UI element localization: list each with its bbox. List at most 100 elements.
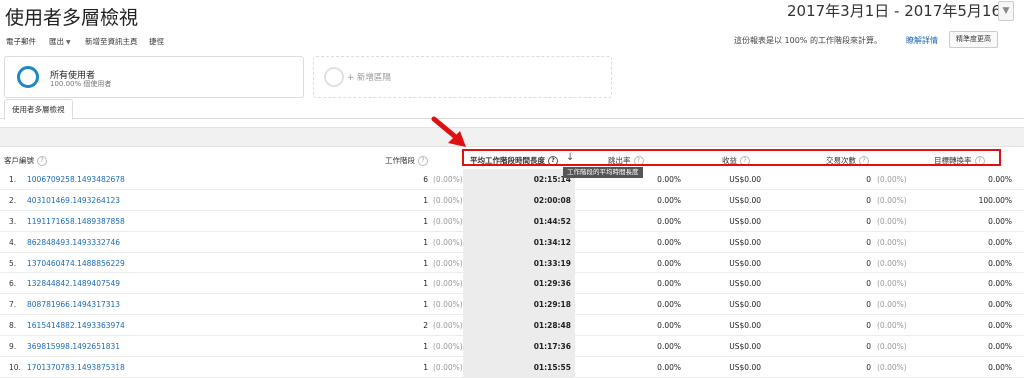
sessions-percent: (0.00%) bbox=[433, 195, 463, 205]
sessions-percent: (0.00%) bbox=[433, 216, 463, 226]
row-index: 9. bbox=[9, 342, 17, 352]
learn-more-link[interactable]: 瞭解詳情 bbox=[906, 35, 938, 46]
sessions-value: 6 bbox=[423, 175, 428, 184]
revenue-value: US$0.00 bbox=[729, 175, 761, 184]
transactions-value: 0 bbox=[866, 175, 871, 184]
transactions-percent: (0.00%) bbox=[877, 216, 907, 226]
sessions-percent: (0.00%) bbox=[433, 175, 463, 184]
client-id-link[interactable]: 369815998.1492651831 bbox=[27, 342, 120, 351]
transactions-value: 0 bbox=[866, 279, 871, 289]
revenue-value: US$0.00 bbox=[729, 279, 761, 289]
client-id-link[interactable]: 1006709258.1493482678 bbox=[27, 175, 125, 184]
client-id-link[interactable]: 1191171658.1489387858 bbox=[27, 217, 125, 226]
client-id-link[interactable]: 862848493.1493332746 bbox=[27, 238, 120, 247]
sessions-percent: (0.00%) bbox=[433, 342, 463, 352]
bounce-rate-value: 0.00% bbox=[657, 195, 681, 205]
report-toolbar: 電子郵件 匯出 ▼ 新增至資訊主頁 捷徑 這份報表是以 100% 的工作階段來計算… bbox=[0, 30, 1024, 50]
precision-dropdown[interactable]: 精準度更高 bbox=[949, 31, 998, 48]
segment-all-users[interactable]: 所有使用者 100.00% 個使用者 bbox=[4, 56, 304, 98]
bounce-rate-value: 0.00% bbox=[657, 300, 681, 310]
bounce-rate-value: 0.00% bbox=[657, 342, 681, 352]
add-segment-label: + 新增區隔 bbox=[347, 73, 391, 83]
column-header-client-id[interactable]: 客戶編號? bbox=[4, 155, 47, 166]
avg-session-duration-value: 01:33:19 bbox=[533, 258, 571, 268]
sessions-percent: (0.00%) bbox=[433, 237, 463, 247]
revenue-value: US$0.00 bbox=[729, 258, 761, 268]
table-row: 5. 1370460474.1488856229 1 (0.00%) 01:33:19 0… bbox=[0, 252, 1024, 274]
row-index: 6. bbox=[9, 279, 17, 289]
table-row: 1. 1006709258.1493482678 6 (0.00%) 02:15:14 0… bbox=[0, 169, 1024, 190]
transactions-percent: (0.00%) bbox=[877, 237, 907, 247]
add-to-dashboard-button[interactable]: 新增至資訊主頁 bbox=[85, 36, 138, 47]
sessions-value: 1 bbox=[423, 342, 428, 352]
sessions-percent: (0.00%) bbox=[433, 258, 463, 268]
goal-conversion-value: 0.00% bbox=[988, 216, 1012, 226]
table-row: 2. 403101469.1493264123 1 (0.00%) 02:00:08 0.… bbox=[0, 189, 1024, 211]
sessions-value: 1 bbox=[423, 216, 428, 226]
segment-bar: 所有使用者 100.00% 個使用者 + 新增區隔 bbox=[0, 55, 1024, 98]
client-id-link[interactable]: 1615414882.1493363974 bbox=[27, 321, 125, 330]
client-id-link[interactable]: 132844842.1489407549 bbox=[27, 279, 120, 288]
transactions-value: 0 bbox=[866, 195, 871, 205]
transactions-value: 0 bbox=[866, 216, 871, 226]
goal-conversion-value: 0.00% bbox=[988, 258, 1012, 268]
transactions-percent: (0.00%) bbox=[877, 175, 907, 184]
row-index: 4. bbox=[9, 237, 17, 247]
tab-divider bbox=[0, 118, 1024, 119]
sessions-value: 2 bbox=[423, 321, 428, 331]
highlight-box bbox=[462, 149, 1001, 166]
transactions-percent: (0.00%) bbox=[877, 279, 907, 289]
client-id-link[interactable]: 1370460474.1488856229 bbox=[27, 259, 125, 268]
sessions-value: 1 bbox=[423, 237, 428, 247]
table-row: 7. 808781966.1494317313 1 (0.00%) 01:29:18 0.… bbox=[0, 294, 1024, 316]
transactions-value: 0 bbox=[866, 237, 871, 247]
sessions-percent: (0.00%) bbox=[433, 321, 463, 331]
sessions-value: 1 bbox=[423, 195, 428, 205]
revenue-value: US$0.00 bbox=[729, 300, 761, 310]
help-icon[interactable]: ? bbox=[37, 156, 47, 166]
bounce-rate-value: 0.00% bbox=[657, 216, 681, 226]
client-id-link[interactable]: 403101469.1493264123 bbox=[27, 196, 120, 205]
date-range-dropdown-icon[interactable]: ▼ bbox=[998, 1, 1014, 21]
shortcut-button[interactable]: 捷徑 bbox=[149, 36, 164, 47]
transactions-value: 0 bbox=[866, 342, 871, 352]
bounce-rate-value: 0.00% bbox=[657, 279, 681, 289]
transactions-value: 0 bbox=[866, 321, 871, 331]
top-bar: 使用者多層檢視 2017年3月1日 - 2017年5月16日 ▼ bbox=[0, 0, 1024, 32]
revenue-value: US$0.00 bbox=[729, 321, 761, 331]
client-id-link[interactable]: 808781966.1494317313 bbox=[27, 300, 120, 309]
table-body: 1. 1006709258.1493482678 6 (0.00%) 02:15:14 0… bbox=[0, 169, 1024, 378]
row-index: 3. bbox=[9, 216, 17, 226]
empty-circle-icon bbox=[324, 67, 344, 87]
avg-session-duration-value: 02:00:08 bbox=[533, 195, 571, 205]
sessions-percent: (0.00%) bbox=[433, 279, 463, 289]
table-row: 4. 862848493.1493332746 1 (0.00%) 01:34:12 0.… bbox=[0, 231, 1024, 253]
column-header-sessions[interactable]: 工作階段? bbox=[385, 155, 428, 166]
bounce-rate-value: 0.00% bbox=[657, 175, 681, 184]
sessions-value: 1 bbox=[423, 279, 428, 289]
revenue-value: US$0.00 bbox=[729, 216, 761, 226]
avg-session-duration-value: 01:29:36 bbox=[533, 279, 571, 289]
email-button[interactable]: 電子郵件 bbox=[6, 36, 36, 47]
help-icon[interactable]: ? bbox=[418, 156, 428, 166]
transactions-value: 0 bbox=[866, 258, 871, 268]
export-button[interactable]: 匯出 ▼ bbox=[49, 36, 71, 47]
transactions-percent: (0.00%) bbox=[877, 195, 907, 205]
transactions-percent: (0.00%) bbox=[877, 300, 907, 310]
bounce-rate-value: 0.00% bbox=[657, 258, 681, 268]
table-row: 3. 1191171658.1489387858 1 (0.00%) 01:44:52 0… bbox=[0, 210, 1024, 232]
sessions-value: 1 bbox=[423, 300, 428, 310]
table-row: 6. 132844842.1489407549 1 (0.00%) 01:29:36 0.… bbox=[0, 273, 1024, 295]
tab-user-explorer[interactable]: 使用者多層檢視 bbox=[4, 99, 73, 120]
sessions-percent: (0.00%) bbox=[433, 300, 463, 310]
date-range-picker[interactable]: 2017年3月1日 - 2017年5月16日 bbox=[787, 0, 1016, 21]
goal-conversion-value: 0.00% bbox=[988, 321, 1012, 331]
goal-conversion-value: 0.00% bbox=[988, 279, 1012, 289]
bounce-rate-value: 0.00% bbox=[657, 321, 681, 331]
goal-conversion-value: 0.00% bbox=[988, 342, 1012, 352]
add-segment-button[interactable]: + 新增區隔 bbox=[313, 56, 612, 98]
row-index: 2. bbox=[9, 195, 17, 205]
page-title: 使用者多層檢視 bbox=[5, 7, 139, 29]
transactions-percent: (0.00%) bbox=[877, 258, 907, 268]
table-row: 9. 369815998.1492651831 1 (0.00%) 01:17:36 0.… bbox=[0, 336, 1024, 358]
